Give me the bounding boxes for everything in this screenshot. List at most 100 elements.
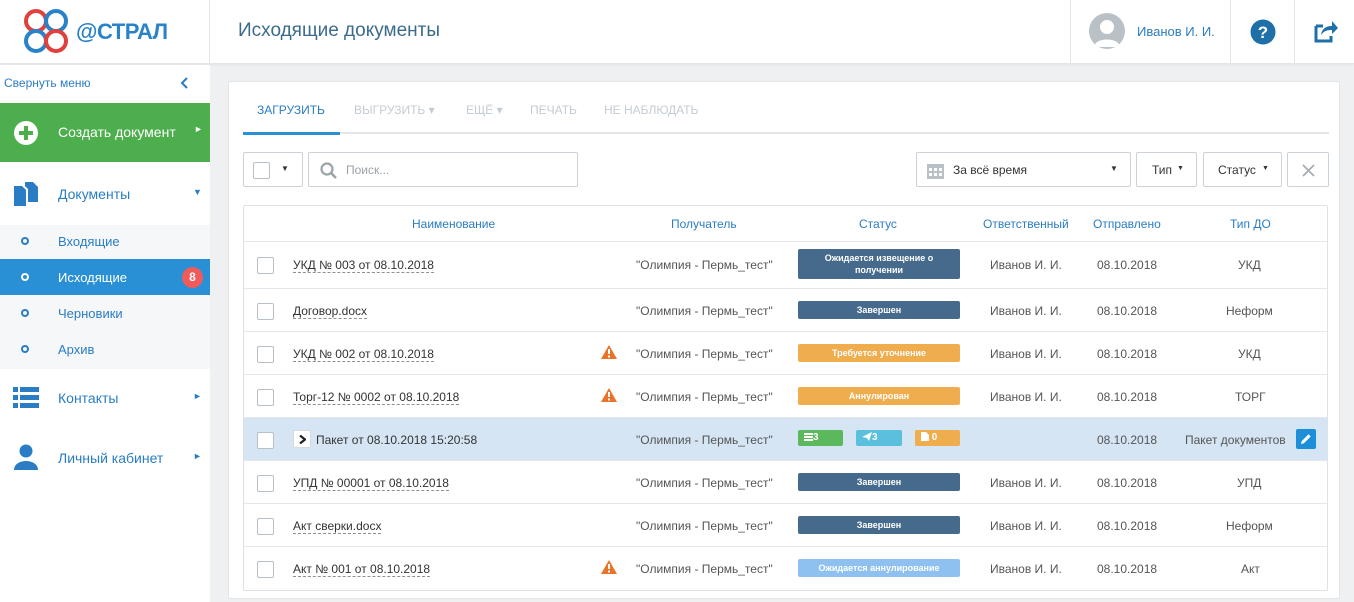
table-row[interactable]: Акт сверки.docx "Олимпия - Пермь_тест" З… xyxy=(244,503,1327,546)
expand-package-button[interactable] xyxy=(293,430,311,448)
circle-icon xyxy=(21,309,29,317)
sidebar-item-documents[interactable]: Документы ▼ xyxy=(0,168,210,218)
table-row[interactable]: Договор.docx "Олимпия - Пермь_тест" Заве… xyxy=(244,288,1327,331)
sidebar-item-contacts[interactable]: Контакты ► xyxy=(0,372,210,422)
table-row[interactable]: УКД № 003 от 08.10.2018 "Олимпия - Пермь… xyxy=(244,241,1327,288)
row-checkbox[interactable] xyxy=(257,257,274,274)
create-document-button[interactable]: Создать документ ► xyxy=(0,103,210,162)
sent-date: 08.10.2018 xyxy=(1097,258,1158,272)
row-checkbox[interactable] xyxy=(257,432,274,449)
sidebar-item-outgoing-label: Исходящие xyxy=(58,270,127,285)
recipient: "Олимпия - Пермь_тест" xyxy=(636,476,773,490)
status-badge: Аннулирован xyxy=(798,387,960,405)
tab-more[interactable]: ЕЩЁ ▾ xyxy=(466,103,503,117)
logo[interactable]: @СТРАЛ xyxy=(0,0,210,64)
chevron-down-icon: ▼ xyxy=(193,187,202,197)
circle-icon xyxy=(21,273,29,281)
column-header-status[interactable]: Статус xyxy=(859,217,897,231)
warning-icon[interactable] xyxy=(601,388,617,402)
package-name[interactable]: Пакет от 08.10.2018 15:20:58 xyxy=(316,433,477,447)
table-row[interactable]: Акт № 001 от 08.10.2018 "Олимпия - Пермь… xyxy=(244,546,1327,589)
document-type: ТОРГ xyxy=(1235,390,1266,404)
sidebar-item-archive-label: Архив xyxy=(58,342,95,357)
tab-export[interactable]: ВЫГРУЗИТЬ ▾ xyxy=(354,103,435,117)
document-name-link[interactable]: Акт сверки.docx xyxy=(293,519,382,534)
select-all-checkbox[interactable] xyxy=(253,162,270,179)
exit-icon xyxy=(1314,21,1338,43)
exit-button[interactable] xyxy=(1294,0,1354,64)
collapse-menu-label: Свернуть меню xyxy=(4,76,91,90)
table-row[interactable]: УПД № 00001 от 08.10.2018 "Олимпия - Пер… xyxy=(244,460,1327,503)
document-name-link[interactable]: УКД № 003 от 08.10.2018 xyxy=(293,258,434,273)
document-type: УПД xyxy=(1237,476,1262,490)
column-header-type[interactable]: Тип ДО xyxy=(1230,217,1271,231)
select-all-dropdown[interactable]: ▼ xyxy=(243,152,303,187)
plus-circle-icon xyxy=(14,121,38,145)
caret-down-icon: ▼ xyxy=(1262,165,1269,172)
user-icon xyxy=(14,444,38,470)
row-checkbox[interactable] xyxy=(257,518,274,535)
document-name-link[interactable]: УКД № 002 от 08.10.2018 xyxy=(293,347,434,362)
type-filter-label: Тип xyxy=(1152,163,1173,177)
tab-unwatch[interactable]: НЕ НАБЛЮДАТЬ xyxy=(604,103,698,117)
document-type: Неформ xyxy=(1226,304,1273,318)
warning-icon[interactable] xyxy=(601,345,617,359)
column-header-sent[interactable]: Отправлено xyxy=(1093,217,1161,231)
document-name-link[interactable]: Акт № 001 от 08.10.2018 xyxy=(293,562,431,577)
logo-text: @СТРАЛ xyxy=(76,19,168,44)
period-value: За всё время xyxy=(953,163,1027,177)
document-name-link[interactable]: Договор.docx xyxy=(293,304,367,319)
row-checkbox[interactable] xyxy=(257,389,274,406)
status-filter-button[interactable]: Статус ▼ xyxy=(1203,152,1282,187)
count-badge: 8 xyxy=(182,267,203,288)
sidebar: Свернуть меню Создать документ ► Докумен… xyxy=(0,65,210,602)
period-select[interactable]: За всё время ▼ xyxy=(916,152,1131,187)
user-name: Иванов И. И. xyxy=(1137,24,1215,39)
sidebar-item-archive[interactable]: Архив xyxy=(0,331,210,367)
sidebar-item-incoming-label: Входящие xyxy=(58,234,120,249)
row-checkbox[interactable] xyxy=(257,303,274,320)
table-row[interactable]: Торг-12 № 0002 от 08.10.2018 "Олимпия - … xyxy=(244,374,1327,417)
warning-icon[interactable] xyxy=(601,560,617,574)
collapse-menu-button[interactable]: Свернуть меню xyxy=(0,65,210,101)
sidebar-item-incoming[interactable]: Входящие xyxy=(0,223,210,259)
table-row[interactable]: УКД № 002 от 08.10.2018 "Олимпия - Пермь… xyxy=(244,331,1327,374)
column-header-responsible[interactable]: Ответственный xyxy=(983,217,1069,231)
column-header-recipient[interactable]: Получатель xyxy=(671,217,737,231)
document-type: УКД xyxy=(1238,347,1261,361)
user-menu[interactable]: Иванов И. И. xyxy=(1070,0,1230,64)
sidebar-item-contacts-label: Контакты xyxy=(58,390,119,406)
sent-date: 08.10.2018 xyxy=(1097,304,1158,318)
sidebar-item-drafts[interactable]: Черновики xyxy=(0,295,210,331)
tab-upload[interactable]: ЗАГРУЗИТЬ xyxy=(257,103,325,117)
sent-date: 08.10.2018 xyxy=(1097,433,1158,447)
table-row[interactable]: Пакет от 08.10.2018 15:20:58 "Олимпия - … xyxy=(244,417,1327,460)
responsible: Иванов И. И. xyxy=(990,562,1062,576)
svg-text:?: ? xyxy=(1258,23,1268,42)
active-tab-indicator xyxy=(243,132,340,135)
clear-filters-button[interactable] xyxy=(1287,152,1329,187)
sent-date: 08.10.2018 xyxy=(1097,519,1158,533)
package-documents-count-value: 3 xyxy=(813,432,819,443)
chevron-right-icon: ► xyxy=(194,124,203,134)
recipient: "Олимпия - Пермь_тест" xyxy=(636,519,773,533)
caret-down-icon: ▼ xyxy=(281,164,289,173)
document-type: УКД xyxy=(1238,258,1261,272)
row-checkbox[interactable] xyxy=(257,561,274,578)
type-filter-button[interactable]: Тип ▼ xyxy=(1136,152,1197,187)
sidebar-item-outgoing[interactable]: Исходящие 8 xyxy=(0,259,210,295)
document-name-link[interactable]: УПД № 00001 от 08.10.2018 xyxy=(293,476,449,491)
responsible: Иванов И. И. xyxy=(990,390,1062,404)
column-header-name[interactable]: Наименование xyxy=(412,217,495,231)
row-checkbox[interactable] xyxy=(257,475,274,492)
status-badge: Завершен xyxy=(798,516,960,534)
search-input[interactable]: Поиск... xyxy=(308,152,578,187)
sidebar-item-cabinet[interactable]: Личный кабинет ► xyxy=(0,432,210,482)
row-checkbox[interactable] xyxy=(257,346,274,363)
tab-print[interactable]: ПЕЧАТЬ xyxy=(530,103,577,117)
responsible: Иванов И. И. xyxy=(990,476,1062,490)
document-name-link[interactable]: Торг-12 № 0002 от 08.10.2018 xyxy=(293,390,460,405)
avatar xyxy=(1089,13,1125,49)
help-button[interactable]: ? xyxy=(1230,0,1294,64)
edit-button[interactable] xyxy=(1296,429,1316,449)
